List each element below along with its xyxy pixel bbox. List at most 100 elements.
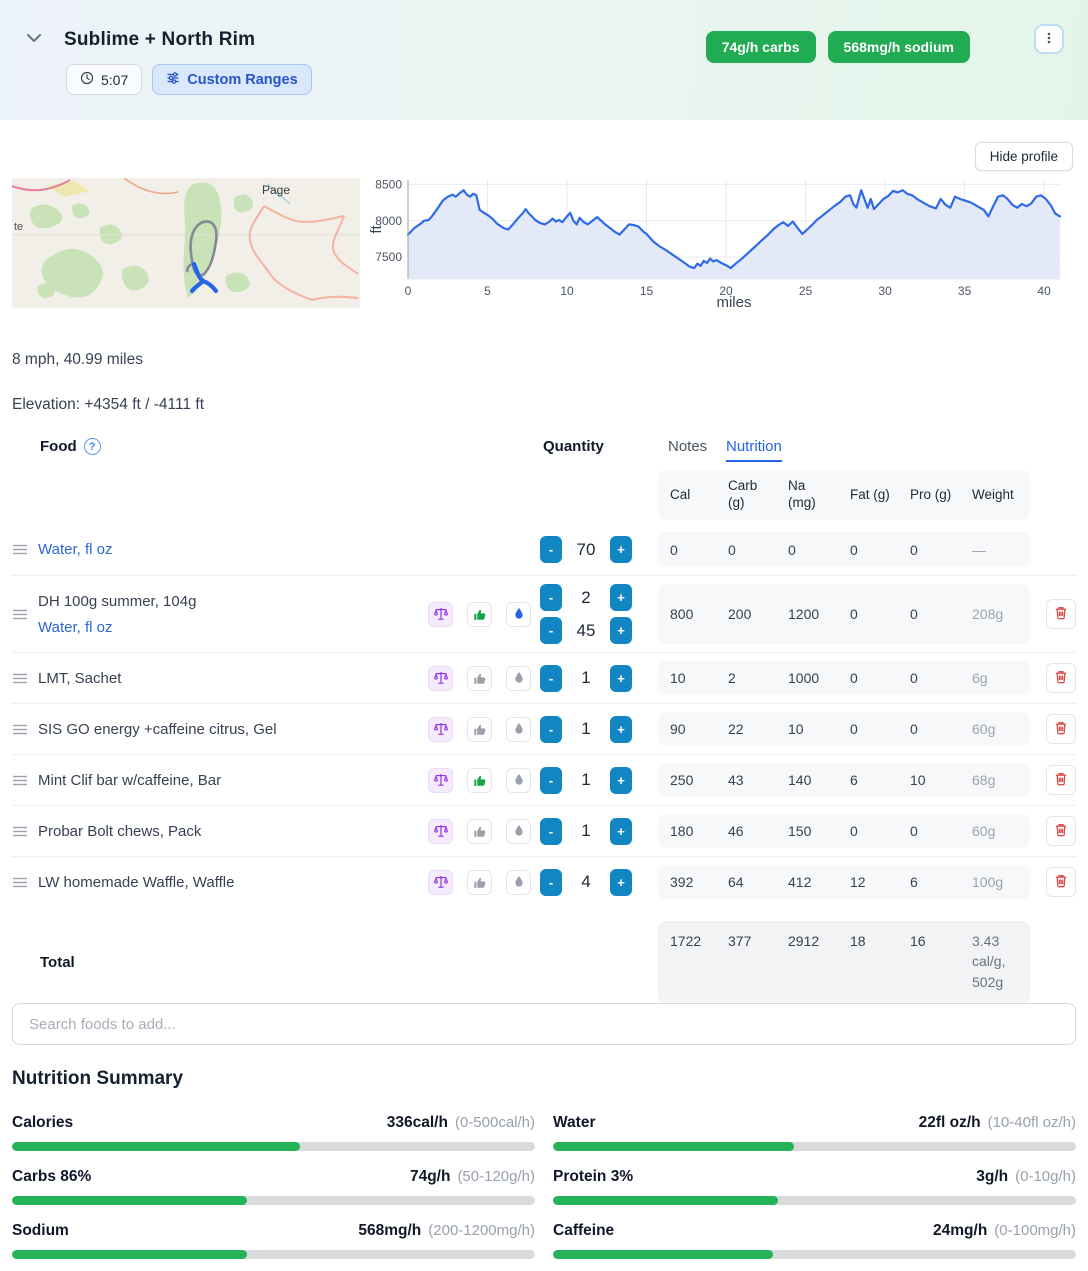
duration-badge[interactable]: 5:07 <box>66 64 142 95</box>
increase-button[interactable]: + <box>610 767 632 794</box>
thumbs-up-toggle-button[interactable] <box>467 870 492 895</box>
quantity-value[interactable]: 2 <box>562 588 610 608</box>
drag-handle-icon[interactable] <box>12 825 28 838</box>
trash-icon <box>1053 771 1069 790</box>
help-icon[interactable]: ? <box>84 438 101 455</box>
progress-bar <box>12 1142 535 1151</box>
thumbs-up-toggle-button[interactable] <box>467 819 492 844</box>
nutrition-value: 100g <box>960 874 1030 890</box>
decrease-button[interactable]: - <box>540 818 562 845</box>
custom-ranges-label: Custom Ranges <box>187 72 297 88</box>
route-map[interactable]: Page te <box>12 178 360 308</box>
sliders-icon <box>166 71 180 89</box>
thumbs-up-toggle-button[interactable] <box>467 768 492 793</box>
quantity-value[interactable]: 1 <box>562 668 610 688</box>
decrease-button[interactable]: - <box>540 716 562 743</box>
tab-nutrition[interactable]: Nutrition <box>726 438 782 462</box>
nutrition-value: 60g <box>960 721 1030 737</box>
decrease-button[interactable]: - <box>540 584 562 611</box>
water-drop-toggle-button[interactable] <box>506 717 531 742</box>
thumbs-up-toggle-button[interactable] <box>467 717 492 742</box>
decrease-button[interactable]: - <box>540 665 562 692</box>
quantity-stepper: - 45 + <box>540 617 658 644</box>
nutrition-value: 0 <box>838 670 898 686</box>
scale-toggle-button[interactable] <box>428 602 453 627</box>
quantity-value[interactable]: 1 <box>562 719 610 739</box>
increase-button[interactable]: + <box>610 584 632 611</box>
quantity-value[interactable]: 70 <box>562 540 610 560</box>
nutrition-value: 180 <box>658 823 716 839</box>
scale-toggle-button[interactable] <box>428 870 453 895</box>
quantity-column-header: Quantity <box>543 438 604 455</box>
scale-toggle-button[interactable] <box>428 666 453 691</box>
food-table-row: Probar Bolt chews, Pack - 1 + 1804615000… <box>12 805 1076 856</box>
food-table-row: DH 100g summer, 104g Water, fl oz - 2 + -… <box>12 575 1076 652</box>
increase-button[interactable]: + <box>610 716 632 743</box>
custom-ranges-button[interactable]: Custom Ranges <box>152 64 311 95</box>
increase-button[interactable]: + <box>610 536 632 563</box>
quantity-stepper: - 4 + <box>540 869 658 896</box>
drag-handle-icon[interactable] <box>12 876 28 889</box>
food-link[interactable]: Water, fl oz <box>38 541 428 558</box>
trash-icon <box>1053 720 1069 739</box>
svg-text:0: 0 <box>405 284 412 298</box>
delete-food-button[interactable] <box>1046 765 1076 795</box>
nutrition-summary: Nutrition Summary Calories 336cal/h (0-5… <box>12 1068 1076 1271</box>
nutrition-value: 0 <box>776 542 838 558</box>
decrease-button[interactable]: - <box>540 869 562 896</box>
water-drop-toggle-button[interactable] <box>506 870 531 895</box>
drag-handle-icon[interactable] <box>12 608 28 621</box>
total-value: 3.43 cal/g, 502g <box>960 931 1022 992</box>
thumbs-up-toggle-button[interactable] <box>467 666 492 691</box>
delete-food-button[interactable] <box>1046 663 1076 693</box>
increase-button[interactable]: + <box>610 665 632 692</box>
progress-bar <box>12 1250 535 1259</box>
quantity-stepper: - 1 + <box>540 716 658 743</box>
drag-handle-icon[interactable] <box>12 723 28 736</box>
water-drop-toggle-button[interactable] <box>506 819 531 844</box>
delete-food-button[interactable] <box>1046 599 1076 629</box>
nutrition-value: 12 <box>838 874 898 890</box>
thumbs-up-toggle-button[interactable] <box>467 602 492 627</box>
speed-distance-stat: 8 mph, 40.99 miles <box>12 351 143 369</box>
quantity-value[interactable]: 45 <box>562 621 610 641</box>
delete-food-button[interactable] <box>1046 867 1076 897</box>
tab-notes[interactable]: Notes <box>668 438 707 455</box>
increase-button[interactable]: + <box>610 617 632 644</box>
summary-item: Protein 3% 3g/h (0-10g/h) <box>553 1168 1076 1205</box>
trash-icon <box>1053 873 1069 892</box>
water-drop-toggle-button[interactable] <box>506 768 531 793</box>
search-input[interactable] <box>12 1003 1076 1045</box>
food-name: LW homemade Waffle, Waffle <box>38 874 428 891</box>
water-drop-toggle-button[interactable] <box>506 602 531 627</box>
nutrition-column-label: Pro (g) <box>898 487 960 504</box>
nutrition-value: 43 <box>716 772 776 788</box>
food-name: DH 100g summer, 104g <box>38 593 428 610</box>
decrease-button[interactable]: - <box>540 767 562 794</box>
delete-food-button[interactable] <box>1046 816 1076 846</box>
more-options-button[interactable] <box>1034 24 1064 54</box>
water-drop-toggle-button[interactable] <box>506 666 531 691</box>
nutrition-value: 0 <box>898 721 960 737</box>
scale-toggle-button[interactable] <box>428 717 453 742</box>
increase-button[interactable]: + <box>610 818 632 845</box>
increase-button[interactable]: + <box>610 869 632 896</box>
drag-handle-icon[interactable] <box>12 774 28 787</box>
svg-text:30: 30 <box>878 284 892 298</box>
quantity-value[interactable]: 1 <box>562 770 610 790</box>
food-link[interactable]: Water, fl oz <box>38 619 428 636</box>
collapse-button[interactable] <box>20 24 48 55</box>
drag-handle-icon[interactable] <box>12 672 28 685</box>
scale-toggle-button[interactable] <box>428 819 453 844</box>
delete-food-button[interactable] <box>1046 714 1076 744</box>
quantity-value[interactable]: 4 <box>562 872 610 892</box>
decrease-button[interactable]: - <box>540 617 562 644</box>
food-name: Mint Clif bar w/caffeine, Bar <box>38 772 428 789</box>
svg-text:8500: 8500 <box>375 177 402 191</box>
quantity-value[interactable]: 1 <box>562 821 610 841</box>
nutrition-value: 60g <box>960 823 1030 839</box>
scale-toggle-button[interactable] <box>428 768 453 793</box>
drag-handle-icon[interactable] <box>12 543 28 556</box>
decrease-button[interactable]: - <box>540 536 562 563</box>
nutrition-value: 150 <box>776 823 838 839</box>
